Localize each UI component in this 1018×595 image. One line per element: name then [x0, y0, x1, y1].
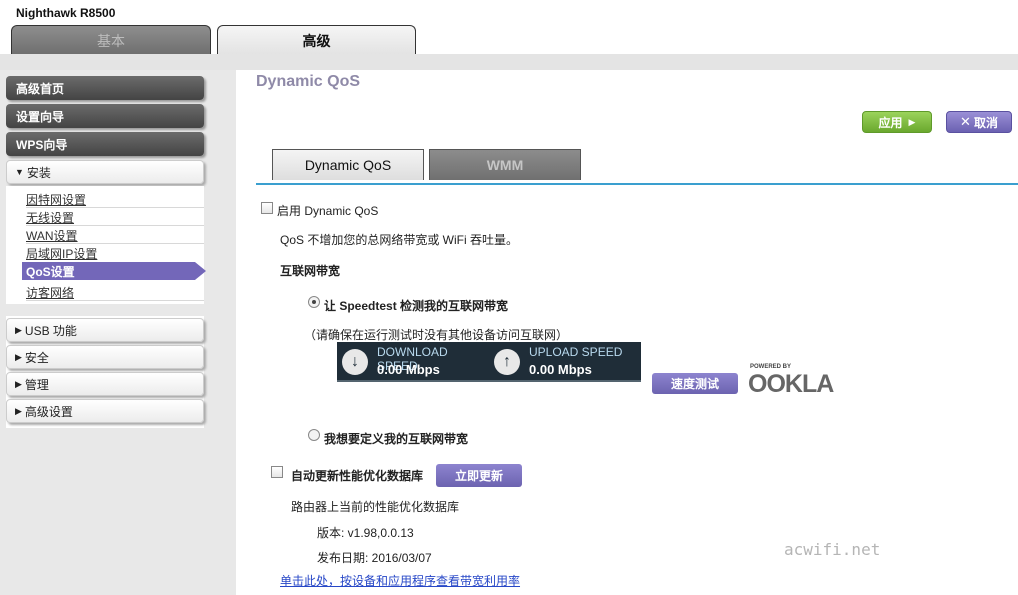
upload-arrow-icon: ↑: [494, 349, 520, 375]
speedtest-radio[interactable]: [308, 296, 320, 308]
sidebar-item-label: 安装: [26, 165, 51, 180]
submenu-wireless-setup[interactable]: 无线设置: [26, 209, 74, 226]
triangle-right-icon: ▶: [15, 351, 22, 362]
download-arrow-icon: ↓: [342, 349, 368, 375]
divider: [26, 243, 204, 244]
router-model: Nighthawk R8500: [16, 6, 116, 20]
sidebar-item-label: USB 功能: [24, 323, 77, 338]
custom-bandwidth-radio[interactable]: [308, 429, 320, 441]
download-value: 0.00 Mbps: [377, 362, 440, 377]
watermark: acwifi.net: [784, 540, 881, 559]
cancel-button[interactable]: ✕ 取消: [946, 111, 1012, 133]
upload-label: UPLOAD SPEED: [529, 345, 623, 359]
submenu-wan-setup[interactable]: WAN设置: [26, 227, 78, 244]
db-label: 路由器上当前的性能优化数据库: [291, 500, 460, 514]
close-icon: ✕: [960, 114, 971, 129]
tab-advanced[interactable]: 高级: [217, 25, 416, 56]
tab-dynamic-qos[interactable]: Dynamic QoS: [272, 149, 424, 180]
auto-update-label: 自动更新性能优化数据库: [291, 469, 424, 483]
sidebar-item-label: 管理: [24, 377, 49, 392]
tab-underline: [256, 183, 1018, 185]
update-now-button[interactable]: 立即更新: [436, 464, 522, 487]
apply-button[interactable]: 应用 ▶: [862, 111, 932, 133]
ookla-logo: POWERED BY OOKLA: [748, 364, 848, 398]
upload-panel: ↑ UPLOAD SPEED 0.00 Mbps: [489, 342, 641, 382]
submenu-qos-setup[interactable]: QoS设置: [22, 262, 206, 280]
tab-basic[interactable]: 基本: [11, 25, 211, 56]
triangle-right-icon: ▶: [15, 378, 22, 389]
enable-dynamic-qos-label: 启用 Dynamic QoS: [277, 204, 379, 218]
cancel-label: 取消: [973, 115, 998, 130]
submenu-guest-network[interactable]: 访客网络: [26, 284, 74, 301]
db-version: 版本: v1.98,0.0.13: [317, 526, 414, 540]
speed-test-button[interactable]: 速度测试: [652, 373, 738, 394]
auto-update-checkbox[interactable]: [271, 466, 283, 478]
sidebar-item-advanced-settings[interactable]: ▶ 高级设置: [6, 399, 204, 423]
ookla-brand-text: OOKLA: [748, 370, 834, 398]
divider: [26, 300, 204, 301]
enable-dynamic-qos-checkbox[interactable]: [261, 202, 273, 214]
tab-strip: [0, 54, 1018, 70]
divider: [26, 225, 204, 226]
triangle-right-icon: ▶: [15, 324, 22, 335]
db-release-date: 发布日期: 2016/03/07: [317, 551, 432, 565]
sidebar: 高级首页 设置向导 WPS向导 ▼ 安装 因特网设置 无线设置 WAN设置 局域…: [0, 70, 236, 595]
main-content: Dynamic QoS 应用 ▶ ✕ 取消 Dynamic QoS WMM 启用…: [236, 70, 1018, 595]
custom-bandwidth-label: 我想要定义我的互联网带宽: [324, 432, 469, 446]
sidebar-item-setup-wizard[interactable]: 设置向导: [6, 104, 204, 128]
install-submenu: 因特网设置 无线设置 WAN设置 局域网IP设置 QoS设置 访客网络: [6, 186, 206, 304]
sidebar-item-usb[interactable]: ▶ USB 功能: [6, 318, 204, 342]
upload-value: 0.00 Mbps: [529, 362, 592, 377]
sidebar-item-wps-wizard[interactable]: WPS向导: [6, 132, 204, 156]
speedtest-radio-label: 让 Speedtest 检测我的互联网带宽: [324, 299, 509, 313]
tab-wmm[interactable]: WMM: [429, 149, 581, 180]
bandwidth-heading: 互联网带宽: [280, 264, 341, 278]
sidebar-item-management[interactable]: ▶ 管理: [6, 372, 204, 396]
triangle-right-icon: ▶: [15, 405, 22, 416]
sidebar-item-advanced-home[interactable]: 高级首页: [6, 76, 204, 100]
download-panel: ↓ DOWNLOAD SPEED 0.00 Mbps: [337, 342, 489, 382]
page-title: Dynamic QoS: [256, 73, 361, 90]
bandwidth-usage-link[interactable]: 单击此处，按设备和应用程序查看带宽利用率: [280, 572, 520, 589]
sidebar-item-security[interactable]: ▶ 安全: [6, 345, 204, 369]
apply-label: 应用: [878, 115, 903, 130]
divider: [26, 207, 204, 208]
triangle-down-icon: ▼: [15, 167, 24, 177]
speedtest-widget: ↓ DOWNLOAD SPEED 0.00 Mbps ↑ UPLOAD SPEE…: [337, 342, 641, 382]
speedtest-note: （请确保在运行测试时没有其他设备访问互联网）: [304, 328, 569, 342]
sidebar-item-label: 高级设置: [24, 404, 73, 419]
submenu-internet-setup[interactable]: 因特网设置: [26, 191, 86, 208]
qos-description: QoS 不增加您的总网络带宽或 WiFi 吞吐量。: [280, 233, 519, 247]
sidebar-item-label: 安全: [24, 350, 49, 365]
header: Nighthawk R8500 基本 高级: [0, 0, 1018, 56]
play-icon: ▶: [908, 116, 916, 127]
sidebar-item-install[interactable]: ▼ 安装: [6, 160, 204, 184]
submenu-lan-ip-setup[interactable]: 局域网IP设置: [26, 245, 97, 262]
